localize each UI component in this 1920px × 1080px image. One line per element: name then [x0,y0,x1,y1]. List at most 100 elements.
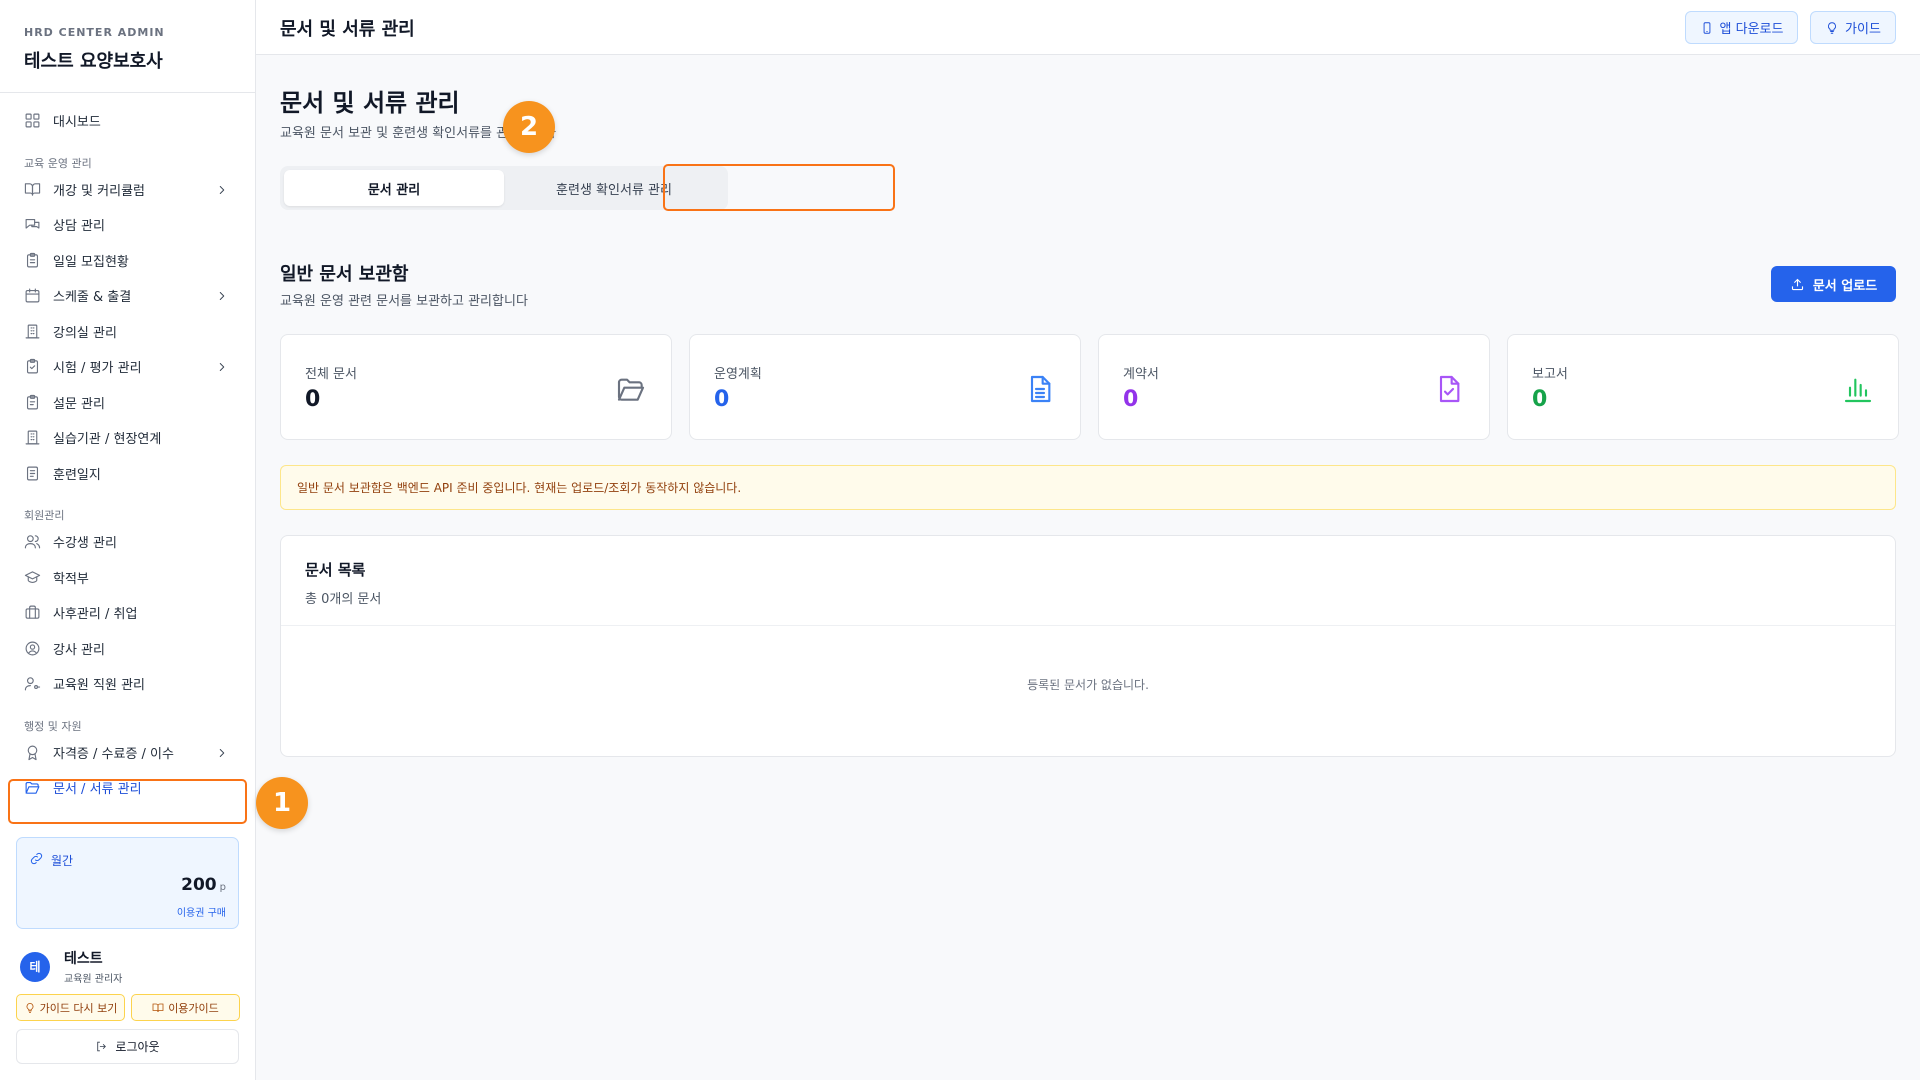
sidebar-item-label: 시험 / 평가 관리 [53,361,142,377]
stat-value: 0 [1532,387,1548,412]
sidebar-section-education: 교육 운영 관리 [24,156,92,170]
tab-document-management[interactable]: 문서 관리 [284,170,504,206]
briefcase-icon [25,605,40,619]
page-title: 문서 및 서류 관리 [280,89,460,117]
document-list-header: 문서 목록 총 0개의 문서 [281,536,1895,626]
stat-card-report: 보고서 0 [1507,334,1899,440]
sidebar-item-curriculum[interactable]: 개강 및 커리큘럼 [0,172,255,208]
users-icon [24,535,41,549]
clipboard-icon [26,252,39,268]
stat-card-total: 전체 문서 0 [280,334,672,440]
document-check-icon [1439,375,1460,403]
document-upload-button[interactable]: 문서 업로드 [1771,266,1896,302]
brand-title: 테스트 요양보호사 [24,51,163,72]
usage-guide-button[interactable]: 이용가이드 [131,994,240,1021]
stat-card-operation-plan: 운영계획 0 [689,334,1081,440]
user-key-icon [24,677,41,691]
sidebar-item-practice[interactable]: 실습기관 / 현장연계 [0,420,255,456]
book-icon [24,183,41,196]
upload-label: 문서 업로드 [1812,278,1878,294]
sidebar-item-schedule[interactable]: 스케줄 & 출결 [0,278,255,314]
sidebar-item-classroom[interactable]: 강의실 관리 [0,314,255,350]
smartphone-icon [1703,21,1710,34]
sidebar-item-label: 수강생 관리 [53,536,117,552]
sidebar-item-daily-recruit[interactable]: 일일 모집현황 [0,243,255,279]
document-icon [1030,375,1051,403]
award-icon [27,745,38,760]
book-icon [152,1003,164,1012]
tab-list: 문서 관리 훈련생 확인서류 관리 [280,166,728,210]
sidebar-item-label: 대시보드 [53,115,101,131]
sidebar-item-label: 스케줄 & 출결 [53,290,132,306]
highlight-box-documents [8,779,247,824]
plan-points-value: 200 [181,875,217,895]
link-icon [30,852,43,865]
sidebar-item-survey[interactable]: 설문 관리 [0,385,255,421]
topbar: 문서 및 서류 관리 앱 다운로드 가이드 [256,0,1920,55]
app-download-button[interactable]: 앱 다운로드 [1685,11,1798,44]
sidebar-item-dashboard[interactable]: 대시보드 [0,103,255,139]
sidebar-item-students[interactable]: 수강생 관리 [0,524,255,560]
logout-label: 로그아웃 [115,1040,160,1054]
sidebar-item-instructors[interactable]: 강사 관리 [0,631,255,667]
sidebar-item-aftercare[interactable]: 사후관리 / 취업 [0,595,255,631]
user-role: 교육원 관리자 [64,974,123,985]
sidebar-item-certificates[interactable]: 자격증 / 수료증 / 이수 [0,735,255,771]
clipboard-list-icon [26,394,39,410]
sidebar-item-consulting[interactable]: 상담 관리 [0,207,255,243]
sidebar-item-records[interactable]: 학적부 [0,560,255,596]
grid-icon [25,113,40,128]
chat-icon [25,219,40,229]
plan-points-unit: p [219,882,226,893]
guide-rewatch-label: 가이드 다시 보기 [39,1001,118,1015]
sidebar-item-label: 교육원 직원 관리 [53,678,145,694]
graduation-cap-icon [24,571,41,583]
sidebar-item-staff[interactable]: 교육원 직원 관리 [0,666,255,702]
building-icon [25,324,40,339]
user-name: 테스트 [64,951,103,967]
stat-value: 0 [1123,387,1139,412]
stat-value: 0 [714,387,730,412]
user-profile: 테 테스트 교육원 관리자 [20,948,122,985]
document-list-title: 문서 목록 [305,561,366,579]
sidebar-section-admin: 행정 및 자원 [24,719,82,733]
document-list-count: 총 0개의 문서 [305,592,382,607]
stat-value: 0 [305,387,321,412]
sidebar-item-label: 강사 관리 [53,642,105,658]
document-list-card: 문서 목록 총 0개의 문서 등록된 문서가 없습니다. [280,535,1896,757]
sidebar-item-exam[interactable]: 시험 / 평가 관리 [0,349,255,385]
stat-label: 계약서 [1123,367,1159,382]
sidebar-item-label: 실습기관 / 현장연계 [53,432,162,448]
brand: HRD CENTER ADMIN 테스트 요양보호사 [0,0,255,93]
folder-icon [617,378,645,401]
logout-button[interactable]: 로그아웃 [16,1029,239,1064]
sidebar-nav: 대시보드 교육 운영 관리 개강 및 커리큘럼 상담 관리 일일 모집현황 스케… [0,93,255,806]
guide-rewatch-button[interactable]: 가이드 다시 보기 [16,994,125,1021]
plan-points: 200 p [181,875,226,895]
sidebar-item-training-log[interactable]: 훈련일지 [0,456,255,492]
sidebar-item-label: 일일 모집현황 [53,254,129,270]
sidebar-item-label: 개강 및 커리큘럼 [53,183,145,199]
brand-org: HRD CENTER ADMIN [24,26,165,39]
chevron-right-icon [219,185,225,194]
guide-button[interactable]: 가이드 [1810,11,1896,44]
stat-label: 운영계획 [714,367,762,382]
lightbulb-icon [1828,21,1837,34]
avatar: 테 [20,951,50,982]
sidebar: HRD CENTER ADMIN 테스트 요양보호사 대시보드 교육 운영 관리… [0,0,256,1080]
sidebar-section-members: 회원관리 [24,509,65,522]
clipboard-check-icon [26,359,39,374]
building-icon [25,430,40,445]
empty-state-message: 등록된 문서가 없습니다. [1027,678,1149,692]
notebook-icon [26,466,39,481]
usage-guide-label: 이용가이드 [168,1001,219,1015]
step-marker-2: 2 [503,101,555,153]
topbar-title: 문서 및 서류 관리 [280,19,415,40]
section-title: 일반 문서 보관함 [280,264,409,285]
stat-label: 보고서 [1532,367,1568,382]
stat-card-contract: 계약서 0 [1098,334,1490,440]
chevron-right-icon [219,292,225,300]
plan-card[interactable]: 월간 200 p 이용권 구매 [16,837,239,929]
plan-buy-link[interactable]: 이용권 구매 [177,904,226,919]
chevron-right-icon [219,363,225,371]
